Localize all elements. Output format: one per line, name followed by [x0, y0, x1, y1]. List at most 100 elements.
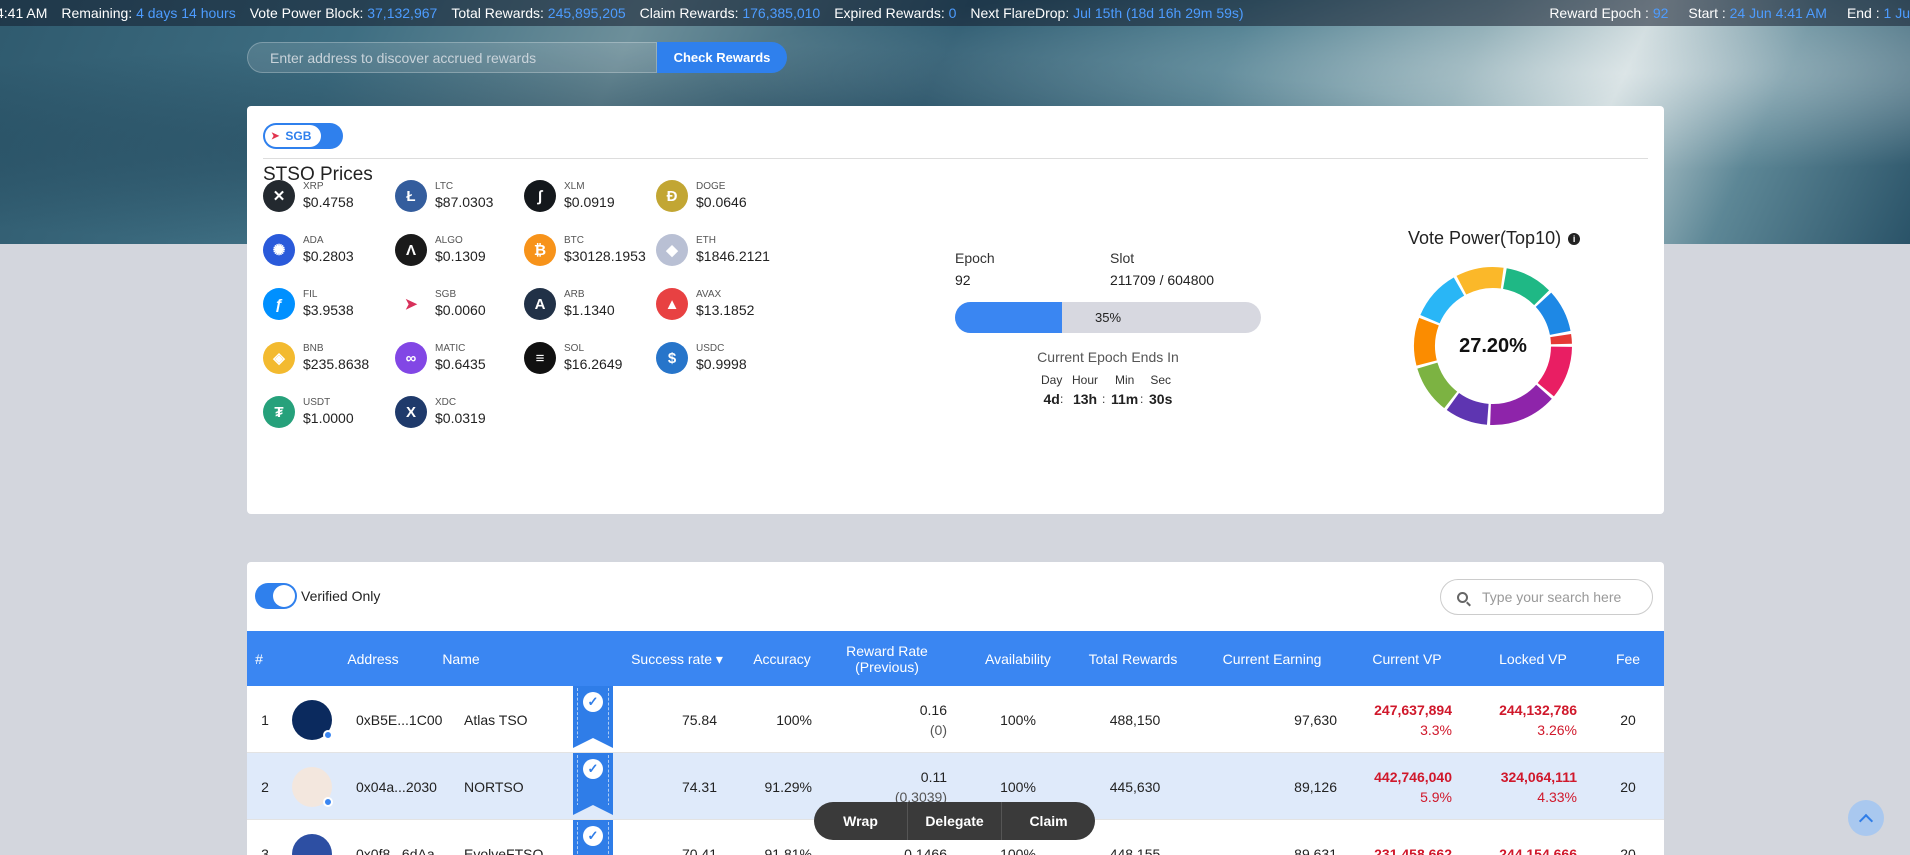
info-icon[interactable]: i	[1568, 233, 1581, 246]
cell-accuracy: 91.81%	[764, 845, 812, 855]
table-search-input[interactable]: Type your search here	[1440, 579, 1653, 615]
ltc-icon: Ł	[395, 180, 427, 212]
col-accuracy[interactable]: Accuracy	[737, 631, 827, 686]
vote-power-percentage: 27.20%	[1459, 334, 1527, 357]
coin-symbol: ADA	[303, 235, 324, 246]
delegate-button[interactable]: Delegate	[907, 802, 1001, 840]
cell-current-earning: 89,631	[1294, 845, 1337, 855]
coin-symbol: MATIC	[435, 343, 466, 354]
coin-symbol: LTC	[435, 181, 454, 192]
cell-current-earning: 89,126	[1294, 778, 1337, 795]
cell-accuracy: 100%	[776, 711, 812, 728]
action-bar: Wrap Delegate Claim	[814, 802, 1095, 840]
xrp-icon: ✕	[263, 180, 295, 212]
table-header: # Address Name Success rate ▾ Accuracy R…	[247, 631, 1664, 686]
wrap-button[interactable]: Wrap	[814, 802, 907, 840]
vote-power-title: Vote Power(Top10) i	[1408, 228, 1581, 249]
col-name[interactable]: Name	[411, 631, 511, 686]
fil-icon: ƒ	[263, 288, 295, 320]
epoch-progress-fill	[955, 302, 1063, 333]
col-total-rewards[interactable]: Total Rewards	[1073, 631, 1193, 686]
cell-name: NORTSO	[464, 778, 524, 795]
ticker-epoch-end: End : 1 Ju	[1846, 5, 1910, 21]
scroll-to-top-button[interactable]	[1848, 800, 1884, 836]
cell-success-rate: 75.84	[681, 711, 717, 728]
coin-price: $235.8638	[303, 356, 370, 372]
col-locked-vp[interactable]: Locked VP	[1473, 631, 1593, 686]
coin-symbol: XDC	[435, 397, 457, 408]
coin-symbol: XLM	[564, 181, 585, 192]
cell-rank: 2	[261, 778, 269, 795]
coin-price: $0.9998	[696, 356, 747, 372]
cell-name: Atlas TSO	[464, 711, 528, 728]
arb-icon: A	[524, 288, 556, 320]
cell-locked-vp: 324,064,111 4.33%	[1500, 768, 1577, 805]
coin-price: $16.2649	[564, 356, 623, 372]
ada-icon: ✺	[263, 234, 295, 266]
coin-price: $0.6435	[435, 356, 486, 372]
coin-symbol: ALGO	[435, 235, 463, 246]
table-row[interactable]: 1 0xB5E...1C00 Atlas TSO ✓ 75.84 100% 0.16 (0) 1…	[247, 686, 1664, 753]
ticker-claim-rewards: Claim Rewards: 176,385,010	[639, 5, 821, 21]
epoch-progress-bar: 35%	[955, 302, 1261, 333]
col-num: #	[255, 650, 263, 667]
col-success-rate[interactable]: Success rate ▾	[617, 631, 737, 686]
col-current-vp[interactable]: Current VP	[1347, 631, 1467, 686]
sgb-icon: ➤	[395, 288, 427, 320]
network-label: SGB	[285, 129, 312, 143]
cell-current-earning: 97,630	[1294, 711, 1337, 728]
coin-price: $0.0919	[564, 194, 615, 210]
ticker-total-rewards: Total Rewards: 245,895,205	[451, 5, 626, 21]
coin-eth: ◆ ETH $1846.2121	[656, 232, 816, 272]
col-reward-rate[interactable]: Reward Rate (Previous)	[827, 631, 947, 686]
rewards-search: Enter address to discover accrued reward…	[247, 42, 787, 73]
xdc-icon: X	[395, 396, 427, 428]
cell-fee: 20	[1620, 778, 1636, 795]
coin-price: $0.0646	[696, 194, 747, 210]
cell-current-vp: 247,637,894 3.3%	[1374, 701, 1452, 738]
cell-total-rewards: 488,150	[1109, 711, 1161, 728]
coin-avax: ▲ AVAX $13.1852	[656, 286, 816, 326]
coin-price: $87.0303	[435, 194, 494, 210]
ticker-time: 4:41 AM	[0, 5, 48, 21]
doge-icon: Đ	[656, 180, 688, 212]
ticker-vote-power-block: Vote Power Block: 37,132,967	[249, 5, 438, 21]
coin-price: $13.1852	[696, 302, 755, 318]
coin-symbol: USDT	[303, 397, 331, 408]
avatar	[292, 834, 332, 855]
coin-price: $30128.1953	[564, 248, 646, 264]
avatar	[292, 767, 333, 807]
check-rewards-button[interactable]: Check Rewards	[657, 42, 787, 73]
verified-only-label: Verified Only	[301, 588, 381, 604]
cell-reward-rate: 0.16 (0)	[919, 701, 947, 738]
coin-price: $0.4758	[303, 194, 354, 210]
claim-button[interactable]: Claim	[1001, 802, 1095, 840]
verified-check-icon: ✓	[583, 759, 603, 779]
epoch-progress-text: 35%	[1095, 310, 1122, 325]
col-address[interactable]: Address	[323, 631, 423, 686]
cell-availability: 100%	[1000, 711, 1036, 728]
ticker-epoch-info: Reward Epoch : 92 Start : 24 Jun 4:41 AM…	[1549, 0, 1910, 26]
verified-only-toggle[interactable]	[255, 583, 297, 609]
col-current-earning[interactable]: Current Earning	[1207, 631, 1337, 686]
coin-usdc: $ USDC $0.9998	[656, 340, 816, 380]
coin-symbol: ARB	[564, 289, 585, 300]
cell-locked-vp: 244,132,786 3.26%	[1499, 701, 1577, 738]
coin-symbol: SOL	[564, 343, 585, 354]
cell-fee: 20	[1620, 711, 1636, 728]
col-fee[interactable]: Fee	[1603, 631, 1653, 686]
network-toggle[interactable]: ➤ SGB	[263, 123, 343, 149]
cell-address: 0x0f8...6dAa	[356, 845, 435, 855]
address-input[interactable]: Enter address to discover accrued reward…	[247, 42, 657, 73]
col-availability[interactable]: Availability	[963, 631, 1073, 686]
bnb-icon: ◈	[263, 342, 295, 374]
coin-symbol: BNB	[303, 343, 324, 354]
ticker-reward-epoch: Reward Epoch : 92	[1549, 5, 1669, 21]
songbird-icon: ➤	[271, 130, 280, 142]
epoch-value: 92	[955, 272, 971, 288]
coin-price: $0.1309	[435, 248, 486, 264]
coin-symbol: USDC	[696, 343, 725, 354]
coin-price: $1.0000	[303, 410, 354, 426]
btc-icon: ₿	[524, 234, 556, 266]
epoch-ends-label: Current Epoch Ends In	[1037, 349, 1179, 365]
